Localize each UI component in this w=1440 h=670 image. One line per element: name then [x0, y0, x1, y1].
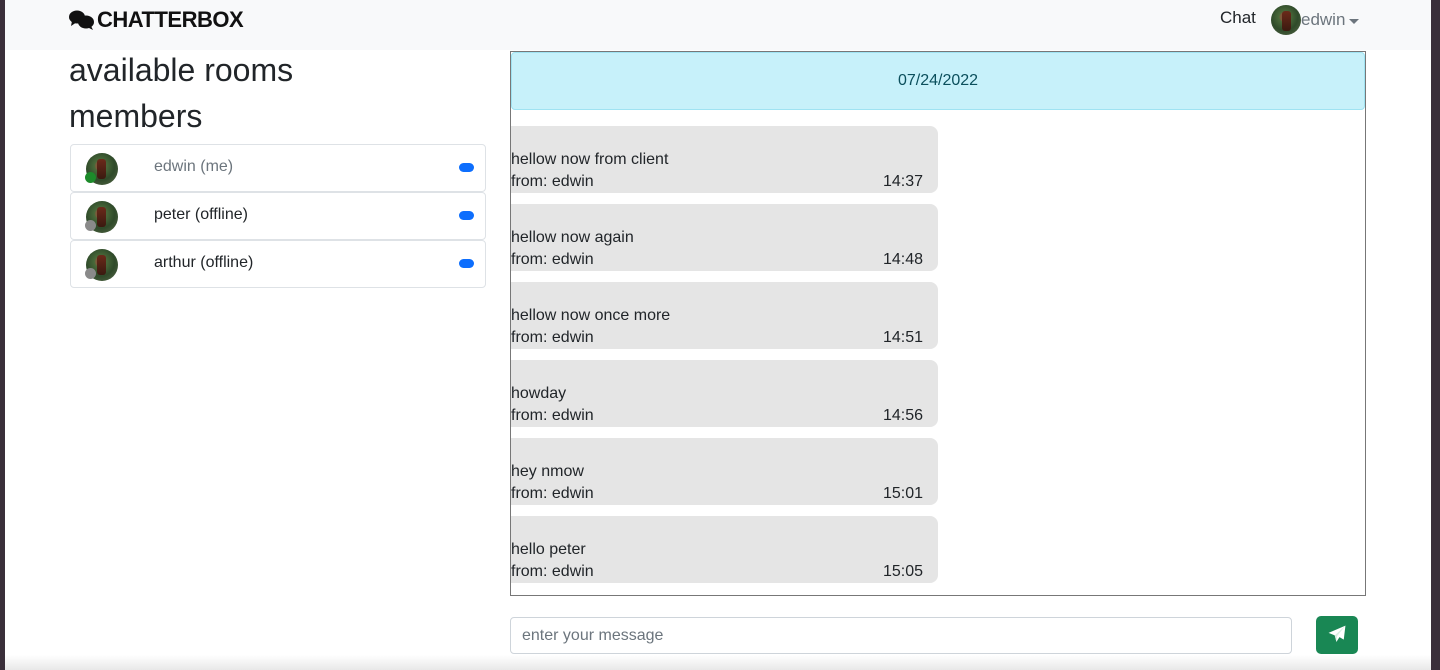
send-button[interactable] [1316, 616, 1358, 654]
message-text: hellow now once more [511, 307, 671, 324]
app-window: CHATTERBOX Chat edwin available rooms me… [5, 0, 1431, 670]
offline-status-icon [85, 268, 96, 279]
brand-logo[interactable]: CHATTERBOX [69, 6, 244, 34]
message-input[interactable] [510, 617, 1292, 654]
members-heading: members [69, 98, 203, 134]
online-status-icon [85, 172, 96, 183]
message-sender: from: edwin [511, 329, 594, 346]
message-time: 14:37 [882, 173, 923, 190]
offline-status-icon [85, 220, 96, 231]
nav-chat-link[interactable]: Chat [1220, 8, 1256, 28]
message-bubble: hellow now from client from: edwin 14:37 [511, 126, 938, 193]
rooms-heading: available rooms [69, 52, 294, 88]
message-text: hello peter [511, 541, 586, 558]
unread-badge [459, 163, 474, 172]
chat-messages-panel[interactable]: 07/24/2022 hellow now from client from: … [510, 51, 1366, 596]
user-name: edwin [1301, 10, 1346, 29]
unread-badge [459, 211, 474, 220]
member-item-edwin[interactable]: edwin (me) [70, 144, 486, 192]
paper-plane-icon [1328, 625, 1346, 646]
navbar: CHATTERBOX Chat edwin [5, 0, 1431, 50]
message-time: 14:56 [882, 407, 923, 424]
message-sender: from: edwin [511, 407, 594, 424]
message-bubble: hey nmow from: edwin 15:01 [511, 438, 938, 505]
message-bubble: howday from: edwin 14:56 [511, 360, 938, 427]
unread-badge [459, 259, 474, 268]
member-name: arthur (offline) [154, 254, 254, 271]
message-text: hellow now from client [511, 151, 669, 168]
message-bubble: hellow now again from: edwin 14:48 [511, 204, 938, 271]
date-separator: 07/24/2022 [511, 52, 1365, 110]
message-text: hellow now again [511, 229, 634, 246]
message-sender: from: edwin [511, 485, 594, 502]
brand-name: CHATTERBOX [97, 7, 244, 32]
date-label: 07/24/2022 [897, 72, 979, 89]
member-item-peter[interactable]: peter (offline) [70, 192, 486, 240]
members-list: edwin (me) peter (offline) arthur (offli… [70, 144, 486, 288]
message-time: 15:05 [882, 563, 923, 580]
message-text: hey nmow [511, 463, 584, 480]
message-sender: from: edwin [511, 173, 594, 190]
avatar [1271, 5, 1301, 35]
member-item-arthur[interactable]: arthur (offline) [70, 240, 486, 288]
message-time: 14:51 [882, 329, 923, 346]
caret-down-icon [1349, 18, 1360, 24]
message-bubble: hello peter from: edwin 15:05 [511, 516, 938, 583]
message-sender: from: edwin [511, 251, 594, 268]
message-sender: from: edwin [511, 563, 594, 580]
member-name: peter (offline) [154, 206, 248, 223]
user-menu-toggle[interactable]: edwin [1271, 5, 1360, 35]
message-text: howday [511, 385, 567, 402]
member-name: edwin (me) [154, 158, 234, 175]
message-time: 15:01 [882, 485, 923, 502]
message-time: 14:48 [882, 251, 923, 268]
chat-bubbles-icon [69, 9, 95, 31]
window-bottom-edge [5, 655, 1431, 670]
message-bubble: hellow now once more from: edwin 14:51 [511, 282, 938, 349]
